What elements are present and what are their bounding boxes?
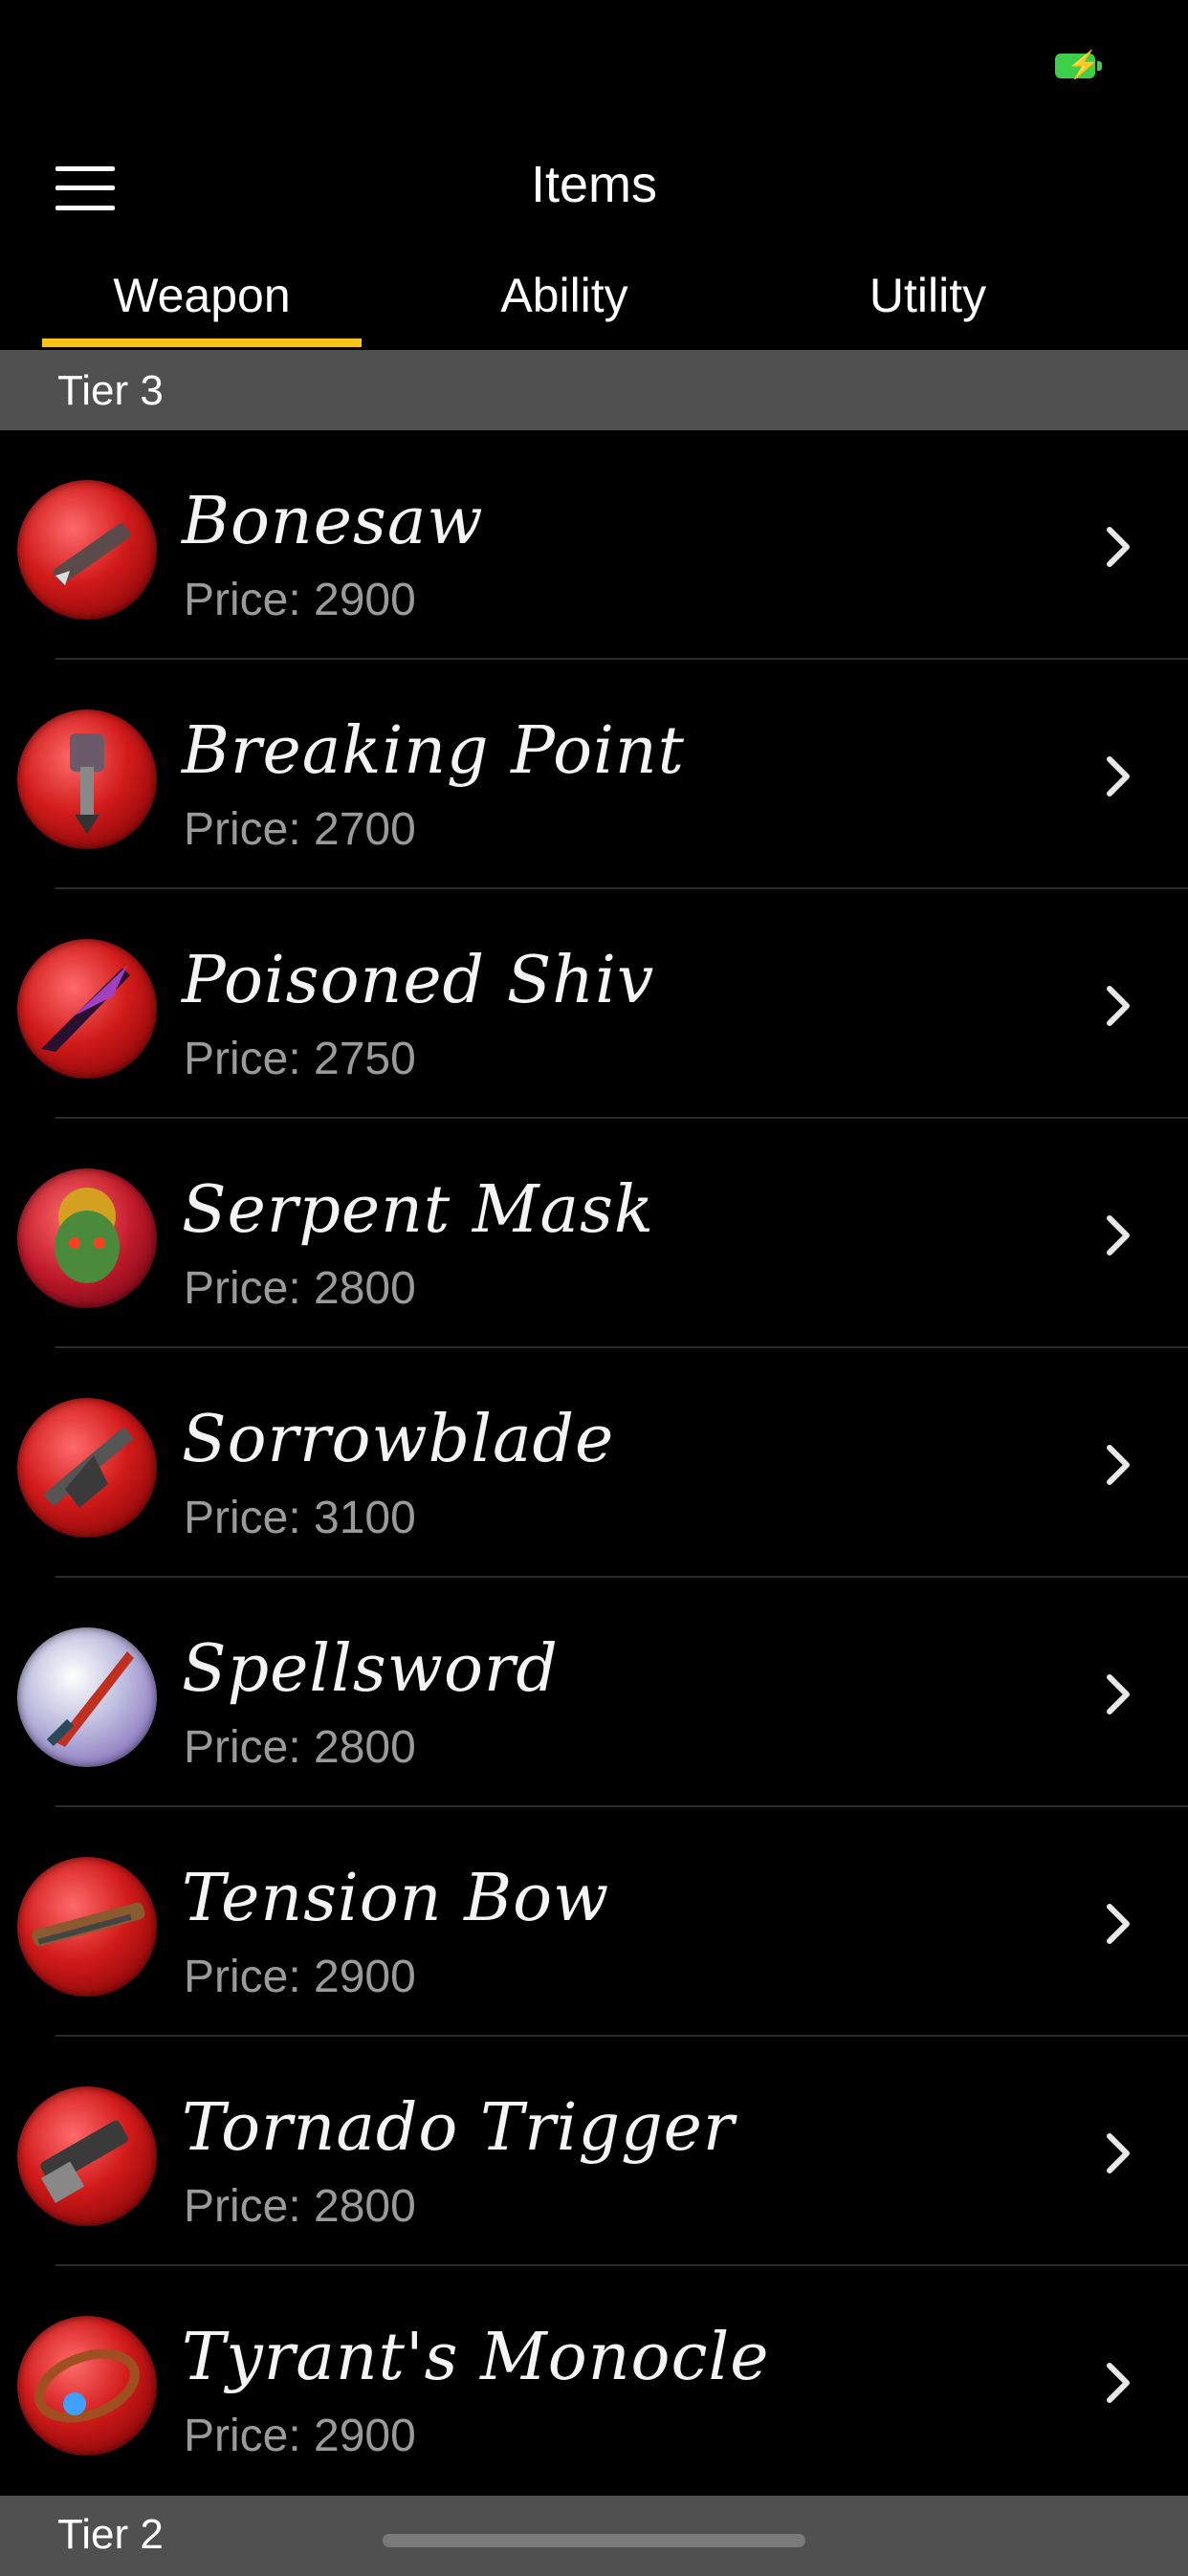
list-item[interactable]: Breaking Point Price: 2700: [0, 660, 1188, 889]
item-name: Poisoned Shiv: [182, 943, 655, 1018]
item-price: Price: 2700: [184, 804, 416, 855]
tab-utility[interactable]: Utility: [784, 268, 1071, 350]
tyrants-monocle-icon: [17, 2316, 157, 2456]
chevron-right-icon: [1107, 2133, 1130, 2173]
item-name: Tornado Trigger: [182, 2090, 736, 2166]
list-item[interactable]: Poisoned Shiv Price: 2750: [0, 889, 1188, 1119]
page-title: Items: [530, 156, 658, 213]
chevron-right-icon: [1107, 1445, 1130, 1485]
item-price: Price: 2900: [184, 1952, 416, 2002]
selected-tab-indicator: [42, 338, 362, 347]
item-price: Price: 2900: [184, 2411, 416, 2461]
tornado-trigger-icon: [17, 2086, 157, 2226]
tension-bow-icon: [17, 1857, 157, 1997]
chevron-right-icon: [1107, 1215, 1130, 1255]
list-item[interactable]: Bonesaw Price: 2900: [0, 430, 1188, 660]
list-item[interactable]: Tyrant's Monocle Price: 2900: [0, 2266, 1188, 2496]
list-item[interactable]: Spellsword Price: 2800: [0, 1578, 1188, 1807]
chevron-right-icon: [1107, 527, 1130, 567]
item-price: Price: 2800: [184, 2181, 416, 2232]
item-price: Price: 2800: [184, 1722, 416, 1773]
serpent-mask-icon: [17, 1168, 157, 1308]
item-name: Tension Bow: [182, 1861, 610, 1936]
list-item[interactable]: Tornado Trigger Price: 2800: [0, 2037, 1188, 2266]
chevron-right-icon: [1107, 756, 1130, 797]
battery-charging-icon: ⚡: [1055, 51, 1103, 79]
item-name: Serpent Mask: [182, 1172, 655, 1248]
sorrowblade-icon: [17, 1398, 157, 1538]
home-indicator[interactable]: [383, 2534, 805, 2547]
item-price: Price: 2800: [184, 1263, 416, 1314]
item-price: Price: 2900: [184, 575, 416, 625]
section-header-tier-3: Tier 3: [0, 350, 1188, 430]
list-item[interactable]: Serpent Mask Price: 2800: [0, 1119, 1188, 1348]
item-name: Sorrowblade: [182, 1402, 615, 1477]
chevron-right-icon: [1107, 2363, 1130, 2403]
item-name: Spellsword: [182, 1631, 559, 1707]
spellsword-icon: [17, 1627, 157, 1767]
section-title: Tier 3: [57, 367, 164, 414]
category-tabs: Weapon Ability Utility: [0, 258, 1188, 350]
breaking-point-icon: [17, 709, 157, 849]
item-name: Tyrant's Monocle: [182, 2320, 770, 2395]
bonesaw-icon: [17, 480, 157, 620]
list-item[interactable]: Sorrowblade Price: 3100: [0, 1348, 1188, 1578]
chevron-right-icon: [1107, 1674, 1130, 1714]
section-title: Tier 2: [57, 2511, 164, 2558]
poisoned-shiv-icon: [17, 939, 157, 1079]
chevron-right-icon: [1107, 1904, 1130, 1944]
tab-ability[interactable]: Ability: [421, 268, 708, 350]
list-item[interactable]: Tension Bow Price: 2900: [0, 1807, 1188, 2037]
item-price: Price: 3100: [184, 1493, 416, 1543]
item-price: Price: 2750: [184, 1034, 416, 1084]
item-name: Breaking Point: [182, 713, 685, 789]
chevron-right-icon: [1107, 986, 1130, 1026]
item-name: Bonesaw: [182, 484, 484, 559]
